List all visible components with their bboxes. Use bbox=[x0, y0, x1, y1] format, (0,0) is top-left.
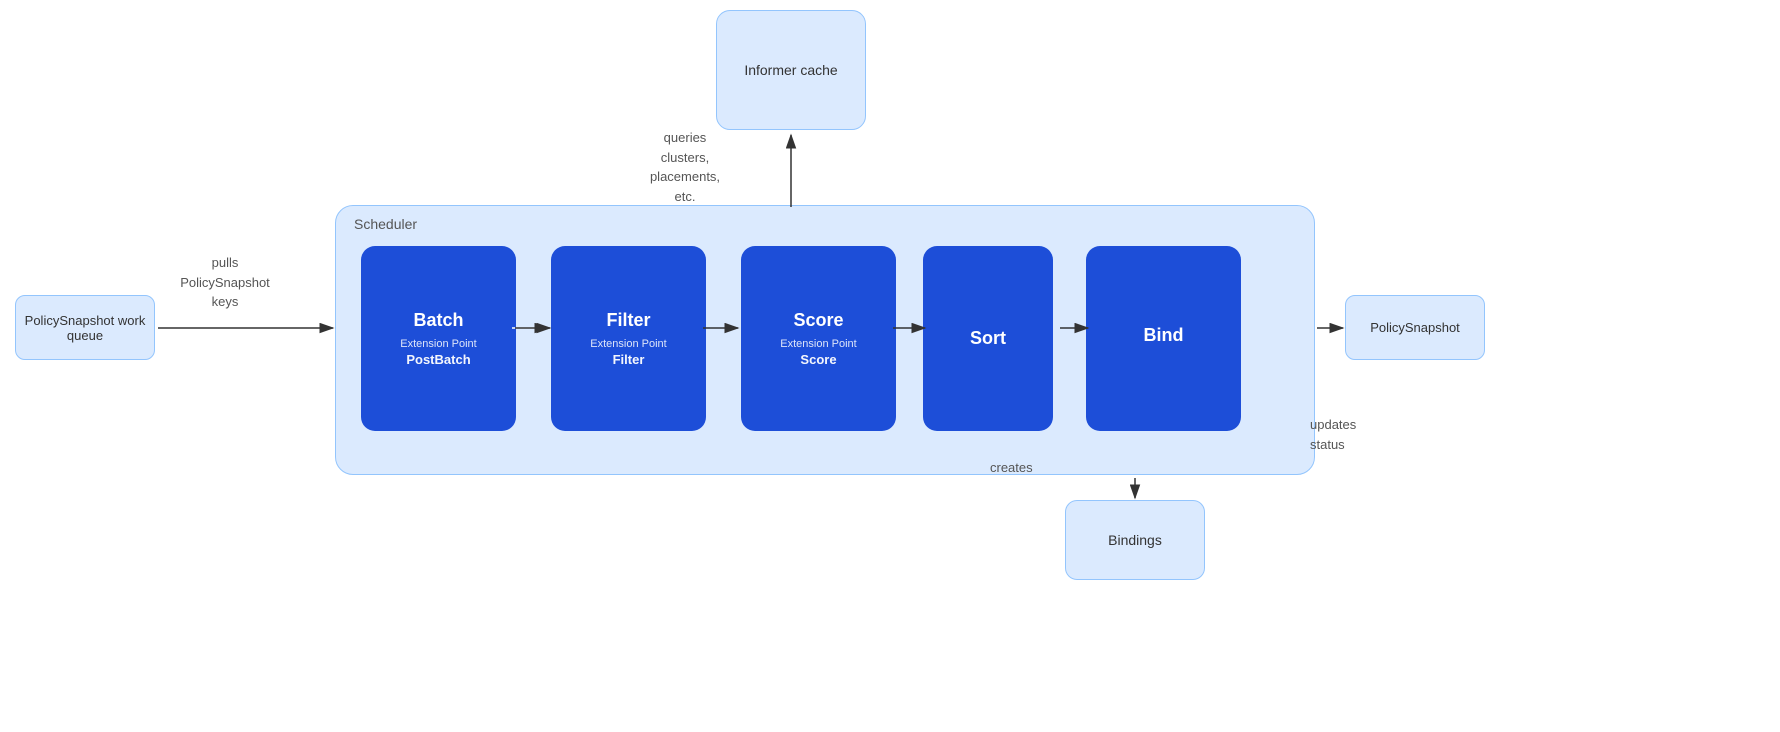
score-subtitle: Extension Point bbox=[780, 337, 856, 352]
bind-title: Bind bbox=[1144, 325, 1184, 346]
filter-subtitle: Extension Point bbox=[590, 337, 666, 352]
filter-step: Filter Extension Point Filter bbox=[551, 246, 706, 431]
updates-label: updatesstatus bbox=[1310, 415, 1356, 454]
bind-step: Bind bbox=[1086, 246, 1241, 431]
score-title: Score bbox=[793, 310, 843, 331]
filter-subtitle-bold: Filter bbox=[613, 352, 645, 367]
scheduler-container: Scheduler Batch Extension Point PostBatc… bbox=[335, 205, 1315, 475]
creates-label: creates bbox=[990, 460, 1033, 475]
policy-snapshot-queue-box: PolicySnapshot work queue bbox=[15, 295, 155, 360]
bindings-label: Bindings bbox=[1108, 532, 1162, 548]
policy-snapshot-output-label: PolicySnapshot bbox=[1370, 320, 1460, 335]
sort-title: Sort bbox=[970, 328, 1006, 349]
policy-snapshot-queue-label: PolicySnapshot work queue bbox=[16, 313, 154, 343]
diagram: Informer cache PolicySnapshot work queue… bbox=[0, 0, 1780, 732]
filter-title: Filter bbox=[606, 310, 650, 331]
pulls-label: pullsPolicySnapshotkeys bbox=[175, 253, 275, 312]
score-step: Score Extension Point Score bbox=[741, 246, 896, 431]
queries-label: queriesclusters,placements,etc. bbox=[640, 128, 730, 206]
scheduler-label: Scheduler bbox=[354, 216, 417, 232]
sort-step: Sort bbox=[923, 246, 1053, 431]
score-subtitle-bold: Score bbox=[800, 352, 836, 367]
informer-cache-box: Informer cache bbox=[716, 10, 866, 130]
bindings-box: Bindings bbox=[1065, 500, 1205, 580]
batch-step: Batch Extension Point PostBatch bbox=[361, 246, 516, 431]
batch-title: Batch bbox=[413, 310, 463, 331]
batch-subtitle: Extension Point bbox=[400, 337, 476, 352]
policy-snapshot-output-box: PolicySnapshot bbox=[1345, 295, 1485, 360]
batch-subtitle-bold: PostBatch bbox=[406, 352, 470, 367]
informer-cache-label: Informer cache bbox=[744, 62, 837, 78]
